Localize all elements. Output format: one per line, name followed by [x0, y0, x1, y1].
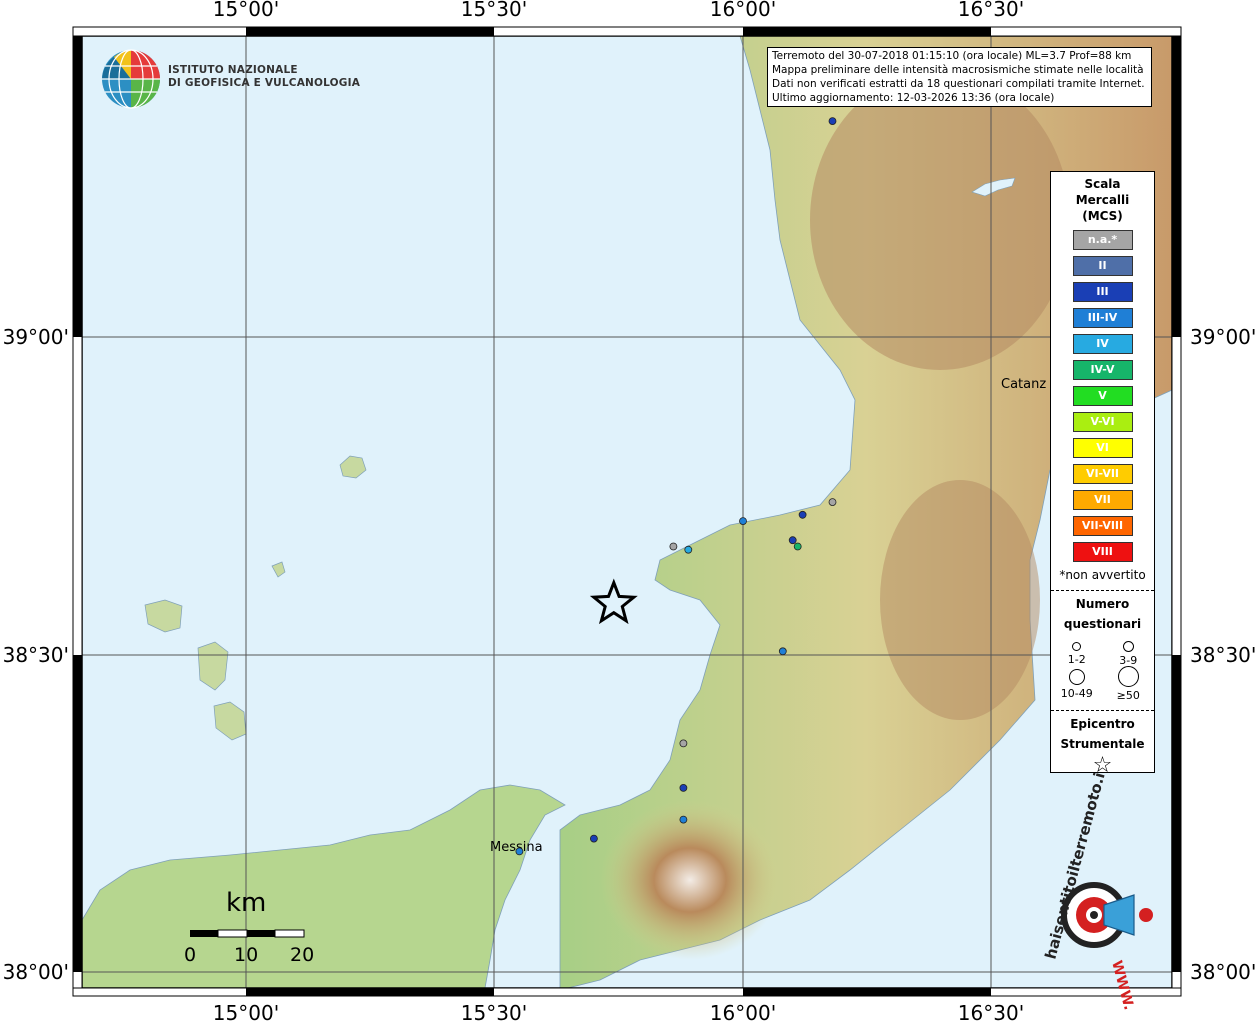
legend-title: Scala Mercalli (MCS) — [1051, 176, 1154, 224]
count-title-line: Numero — [1075, 597, 1130, 611]
legend-intensity-item: IV-V — [1072, 360, 1133, 380]
size-circle-icon — [1117, 666, 1139, 687]
legend-intensity-item: V — [1072, 386, 1133, 406]
event-info-line: Dati non verificati estratti da 18 quest… — [772, 78, 1145, 90]
lon-ticks-top: 15°00' 15°30' 16°00' 16°30' — [213, 0, 1024, 21]
lat-tick-label: 38°00' — [3, 960, 69, 984]
legend-intensity-item: VII-VIII — [1072, 516, 1133, 536]
size-cell: 1-2 — [1051, 636, 1103, 667]
lat-tick-label: 38°30' — [1190, 643, 1255, 667]
size-grid: 1-2 3-9 10-49 ≥50 — [1051, 636, 1154, 702]
legend-title-line: Scala — [1084, 177, 1121, 191]
size-label: 1-2 — [1067, 653, 1086, 666]
scale-bar-label: 20 — [290, 944, 315, 966]
legend-title-line: (MCS) — [1082, 209, 1123, 223]
intensity-point — [684, 545, 693, 554]
lat-ticks-left: 39°00' 38°30' 38°00' — [3, 325, 69, 984]
scale-bar: km 0 10 20 — [180, 888, 320, 978]
lon-tick-label: 15°00' — [213, 1001, 279, 1024]
event-info-box: Terremoto del 30-07-2018 01:15:10 (ora l… — [767, 47, 1152, 107]
intensity-point — [739, 517, 747, 525]
epicenter-title-line: Epicentro — [1070, 717, 1135, 731]
event-info-line: Terremoto del 30-07-2018 01:15:10 (ora l… — [772, 50, 1132, 62]
lon-tick-label: 15°00' — [213, 0, 279, 21]
lon-ticks-bottom: 15°00' 15°30' 16°00' 16°30' — [213, 1001, 1024, 1024]
legend-intensity-item: VI — [1072, 438, 1133, 458]
legend-intensity-item: VIII — [1072, 542, 1133, 562]
size-cell: ≥50 — [1103, 666, 1155, 702]
serre-mountains — [880, 480, 1040, 720]
intensity-point — [778, 647, 787, 656]
size-label: ≥50 — [1116, 689, 1140, 702]
scale-bar-graphic — [190, 929, 305, 938]
intensity-point — [788, 536, 797, 545]
legend-intensity-item: VI-VII — [1072, 464, 1133, 484]
size-circle-icon — [1072, 642, 1082, 651]
intensity-point — [828, 117, 837, 125]
intensity-point — [793, 542, 802, 551]
intensity-point — [515, 847, 524, 856]
intensity-point — [679, 815, 688, 824]
sila-mountains — [810, 70, 1070, 370]
lat-tick-label: 39°00' — [1190, 325, 1255, 349]
epicenter-title-line: Strumentale — [1060, 737, 1145, 751]
institute-name: ISTITUTO NAZIONALE DI GEOFISICA E VULCAN… — [168, 64, 360, 90]
size-cell: 10-49 — [1051, 669, 1103, 702]
legend-separator — [1051, 710, 1154, 711]
intensity-point — [669, 542, 678, 551]
lon-tick-label: 16°00' — [710, 1001, 776, 1024]
institute-name-line2: DI GEOFISICA E VULCANOLOGIA — [168, 77, 361, 89]
lon-tick-label: 16°30' — [958, 0, 1024, 21]
event-info-line: Mappa preliminare delle intensità macros… — [772, 64, 1144, 76]
lat-ticks-right: 39°00' 38°30' 38°00' — [1190, 325, 1255, 984]
count-title-line: questionari — [1063, 617, 1142, 631]
institute-name-line1: ISTITUTO NAZIONALE — [168, 64, 298, 76]
legend-intensity-item: n.a.* — [1072, 230, 1133, 250]
globe-logo-icon — [102, 49, 160, 109]
legend-note: *non avvertito — [1059, 568, 1146, 582]
event-info-line: Ultimo aggiornamento: 12-03-2026 13:36 (… — [772, 92, 1055, 104]
scale-bar-label: 0 — [184, 944, 197, 966]
scale-bar-label: 10 — [234, 944, 259, 966]
intensity-point — [679, 784, 688, 792]
legend-intensity-item: III-IV — [1072, 308, 1133, 328]
lat-tick-label: 38°30' — [3, 643, 69, 667]
lat-tick-label: 38°00' — [1190, 960, 1255, 984]
intensity-point — [828, 498, 837, 507]
intensity-point — [798, 510, 807, 519]
ingv-logo: ISTITUTO NAZIONALE DI GEOFISICA E VULCAN… — [100, 48, 360, 114]
size-label: 10-49 — [1060, 687, 1093, 700]
lon-tick-label: 15°30' — [461, 1001, 527, 1024]
epicenter-star-legend-icon: ☆ — [1092, 753, 1113, 778]
lon-tick-label: 15°30' — [461, 0, 527, 21]
intensity-point — [679, 739, 688, 748]
legend-intensity-item: III — [1072, 282, 1133, 302]
lat-tick-label: 39°00' — [3, 325, 69, 349]
legend-intensity-item: V-VI — [1072, 412, 1133, 432]
epicenter-title: Epicentro Strumentale — [1051, 714, 1154, 754]
legend-separator — [1051, 590, 1154, 591]
legend-title-line: Mercalli — [1075, 193, 1130, 207]
size-circle-icon — [1068, 669, 1085, 685]
count-title: Numero questionari — [1051, 594, 1154, 634]
lon-tick-label: 16°30' — [958, 1001, 1024, 1024]
legend-intensity-item: VII — [1072, 490, 1133, 510]
legend-items: n.a.* II III III-IV IV IV-V V V-VI VI VI-VII VII VI… — [1051, 230, 1154, 562]
size-circle-icon — [1122, 641, 1134, 652]
intensity-point — [590, 834, 598, 843]
aspromonte-mountains — [600, 800, 780, 960]
size-cell: 3-9 — [1103, 636, 1155, 667]
lon-tick-label: 16°00' — [710, 0, 776, 21]
legend: Scala Mercalli (MCS) n.a.* II III III-IV IV I… — [1050, 171, 1155, 778]
legend-intensity-item: IV — [1072, 334, 1133, 354]
place-label-catanzaro: Catanz — [1001, 377, 1046, 392]
legend-intensity-item: II — [1072, 256, 1133, 276]
